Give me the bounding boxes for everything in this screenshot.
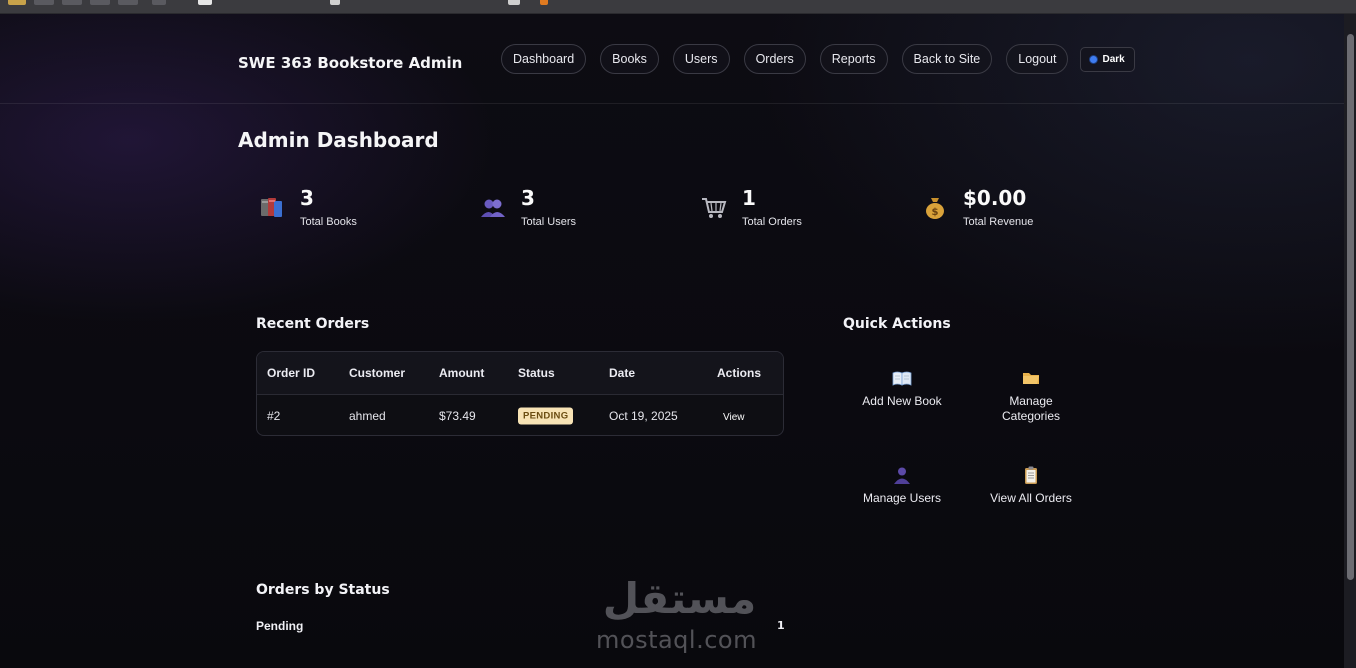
table-row: #2 ahmed $73.49 PENDING Oct 19, 2025 Vie…	[257, 395, 783, 435]
quick-action-label: Manage Categories	[1001, 394, 1061, 423]
watermark-arabic: مستقل	[602, 574, 758, 623]
users-icon	[481, 199, 505, 217]
orders-by-status-title: Orders by Status	[256, 582, 390, 598]
nav-orders[interactable]: Orders	[743, 44, 806, 74]
order-customer: ahmed	[349, 408, 386, 423]
view-order-label[interactable]: View	[717, 410, 751, 425]
status-badge: PENDING	[518, 407, 574, 424]
status-pending-label: Pending	[256, 619, 304, 633]
stat-label: Total Revenue	[963, 216, 1034, 228]
stat-value: 1	[742, 186, 756, 210]
order-date: Oct 19, 2025	[609, 408, 678, 423]
status-badge-text: PENDING	[518, 407, 574, 424]
nav-dashboard[interactable]: Dashboard	[501, 44, 587, 74]
column-header[interactable]: Actions	[717, 366, 761, 380]
column-header[interactable]: Date	[609, 366, 635, 380]
quick-action-view-all-orders[interactable]: View All Orders	[966, 465, 1096, 506]
stat-value: 3	[300, 186, 314, 210]
money-bag-icon: $	[926, 198, 944, 219]
clipboard-icon	[1025, 466, 1037, 484]
browser-tab-icon	[152, 0, 166, 5]
recent-orders-table: Order ID Customer Amount Status Date Act…	[256, 351, 784, 436]
quick-action-label: Add New Book	[862, 394, 942, 408]
stat-label: Total Orders	[742, 216, 802, 228]
watermark: مستقل mostaql.com	[592, 572, 767, 658]
admin-header: SWE 363 Bookstore Admin Dashboard Books …	[0, 14, 1344, 104]
quick-action-add-book[interactable]: Add New Book	[837, 368, 967, 409]
quick-action-manage-categories[interactable]: Manage Categories	[966, 368, 1096, 424]
books-icon	[261, 198, 282, 217]
cart-icon	[702, 198, 727, 218]
stat-label: Total Books	[300, 216, 357, 228]
browser-tab-icon	[118, 0, 138, 5]
brand-title[interactable]: SWE 363 Bookstore Admin	[238, 54, 462, 72]
scrollbar-thumb[interactable]	[1347, 34, 1354, 580]
order-amount: $73.49	[439, 408, 476, 423]
stat-total-orders: 1 Total Orders	[700, 186, 802, 228]
open-book-icon	[892, 371, 912, 386]
folder-icon	[1023, 373, 1039, 384]
stat-value: $0.00	[963, 186, 1027, 210]
column-header[interactable]: Status	[518, 366, 555, 380]
browser-tab-icon	[330, 0, 340, 5]
browser-tab-icon	[34, 0, 54, 5]
quick-action-label: Manage Users	[862, 491, 942, 505]
table-header: Order ID Customer Amount Status Date Act…	[257, 352, 783, 395]
svg-text:$: $	[932, 207, 939, 218]
quick-action-manage-users[interactable]: Manage Users	[837, 465, 967, 506]
browser-toolbar-strip	[0, 0, 1356, 14]
theme-toggle-button[interactable]: Dark	[1080, 46, 1135, 72]
column-header[interactable]: Order ID	[267, 366, 315, 380]
main-nav: Dashboard Books Users Orders Reports Bac…	[501, 44, 1135, 74]
nav-reports[interactable]: Reports	[819, 44, 888, 74]
browser-tab-icon	[198, 0, 212, 5]
browser-tab-icon	[62, 0, 82, 5]
quick-action-label: View All Orders	[990, 491, 1072, 505]
recent-orders-title: Recent Orders	[256, 316, 370, 332]
status-pending-count: 1	[777, 619, 785, 632]
view-order-button[interactable]: View	[717, 409, 751, 423]
stat-total-users: 3 Total Users	[479, 186, 576, 228]
nav-users[interactable]: Users	[672, 44, 730, 74]
stat-total-revenue: $ $0.00 Total Revenue	[921, 186, 1033, 228]
browser-tab-icon	[540, 0, 548, 5]
browser-tab-icon	[508, 0, 520, 5]
nav-books[interactable]: Books	[600, 44, 659, 74]
theme-dot-icon	[1090, 55, 1098, 63]
column-header[interactable]: Customer	[349, 366, 405, 380]
page-title: Admin Dashboard	[238, 128, 439, 152]
stat-total-books: 3 Total Books	[258, 186, 357, 228]
browser-tab-icon	[8, 0, 26, 5]
order-id: #2	[267, 408, 281, 423]
user-icon	[894, 467, 910, 484]
column-header[interactable]: Amount	[439, 366, 484, 380]
quick-actions-title: Quick Actions	[843, 316, 951, 332]
nav-logout[interactable]: Logout	[1006, 44, 1069, 74]
page-scrollbar[interactable]	[1344, 14, 1356, 668]
stat-value: 3	[521, 186, 535, 210]
browser-tab-icon	[90, 0, 110, 5]
watermark-latin: mostaql.com	[596, 626, 757, 654]
stat-label: Total Users	[521, 216, 577, 228]
nav-back-to-site[interactable]: Back to Site	[901, 44, 993, 74]
theme-label: Dark	[1102, 53, 1125, 65]
